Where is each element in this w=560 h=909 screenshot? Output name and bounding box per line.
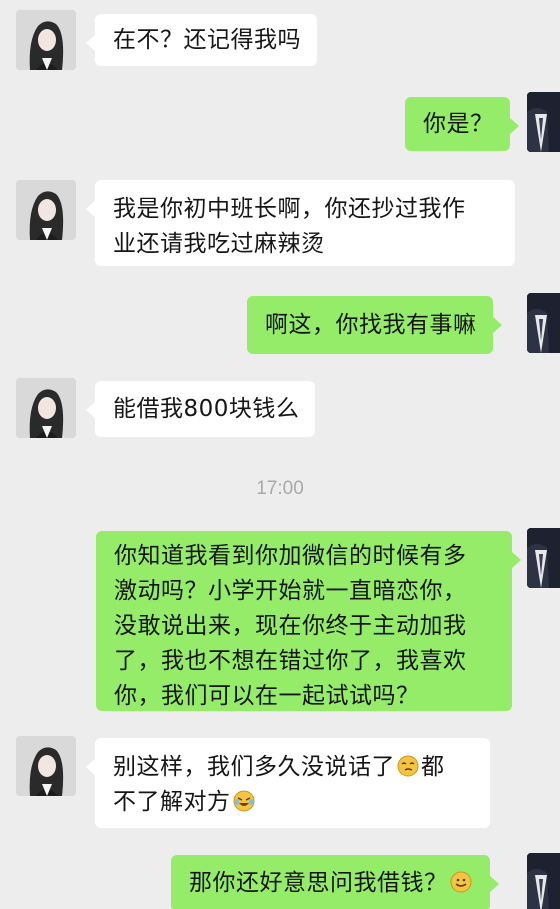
message-bubble-incoming[interactable]: 我是你初中班长啊，你还抄过我作 业还请我吃过麻辣烫 bbox=[86, 180, 515, 266]
user-avatar[interactable] bbox=[527, 528, 560, 588]
contact-avatar[interactable] bbox=[16, 10, 76, 70]
message-text-line: 激动吗？小学开始就一直暗恋你， bbox=[114, 578, 467, 604]
user-avatar-image bbox=[527, 528, 560, 588]
contact-avatar[interactable] bbox=[16, 736, 76, 796]
message-bubble-incoming[interactable]: 在不？还记得我吗 bbox=[86, 14, 317, 66]
message-text: 啊这，你找我有事嘛 bbox=[265, 312, 477, 338]
message-text-line: 我是你初中班长啊，你还抄过我作 bbox=[113, 196, 466, 222]
message-text-line: 你知道我看到你加微信的时候有多 bbox=[114, 543, 467, 569]
message-bubble-outgoing[interactable]: 啊这，你找我有事嘛 bbox=[247, 296, 501, 354]
contact-avatar-image bbox=[16, 10, 76, 70]
user-avatar-image bbox=[527, 293, 560, 353]
message-text: 你是？ bbox=[423, 111, 494, 137]
message-text-line: 了，我也不想在错过你了，我喜欢 bbox=[114, 648, 467, 674]
message-text: 不了解对方 bbox=[113, 789, 231, 815]
emoji-smirk-icon bbox=[397, 755, 419, 777]
emoji-laughing-crying-icon bbox=[233, 790, 254, 812]
message-bubble-outgoing[interactable]: 你知道我看到你加微信的时候有多 激动吗？小学开始就一直暗恋你， 没敢说出来，现在… bbox=[96, 531, 521, 711]
user-avatar-image bbox=[527, 853, 560, 909]
user-avatar[interactable] bbox=[527, 92, 560, 152]
user-avatar[interactable] bbox=[527, 293, 560, 353]
message-bubble-outgoing[interactable]: 那你还好意思问我借钱？ bbox=[171, 855, 498, 909]
message-text-line: 不了解对方 bbox=[113, 785, 474, 820]
message-text-line: 没敢说出来，现在你终于主动加我 bbox=[114, 613, 467, 639]
contact-avatar[interactable] bbox=[16, 378, 76, 438]
message-text-line: 别这样，我们多久没说话了 都 bbox=[113, 750, 474, 785]
message-text-line: 业还请我吃过麻辣烫 bbox=[113, 231, 325, 257]
message-text: 在不？还记得我吗 bbox=[113, 27, 301, 53]
message-bubble-incoming[interactable]: 别这样，我们多久没说话了 都 不了解对方 bbox=[86, 738, 490, 828]
contact-avatar-image bbox=[16, 378, 76, 438]
user-avatar[interactable] bbox=[527, 853, 560, 909]
contact-avatar-image bbox=[16, 736, 76, 796]
timestamp: 17:00 bbox=[256, 478, 304, 499]
message-bubble-incoming[interactable]: 能借我800块钱么 bbox=[85, 381, 316, 437]
message-text: 能借我800块钱么 bbox=[113, 396, 300, 422]
message-bubble-outgoing[interactable]: 你是？ bbox=[405, 97, 518, 151]
contact-avatar-image bbox=[16, 180, 76, 240]
emoji-smile-icon bbox=[450, 871, 471, 893]
message-text-line: 你，我们可以在一起试试吗？ bbox=[114, 683, 420, 709]
contact-avatar[interactable] bbox=[16, 180, 76, 240]
message-text: 那你还好意思问我借钱？ bbox=[189, 870, 448, 896]
message-text: 都 bbox=[421, 754, 445, 780]
message-text: 别这样，我们多久没说话了 bbox=[113, 754, 395, 780]
user-avatar-image bbox=[527, 92, 560, 152]
